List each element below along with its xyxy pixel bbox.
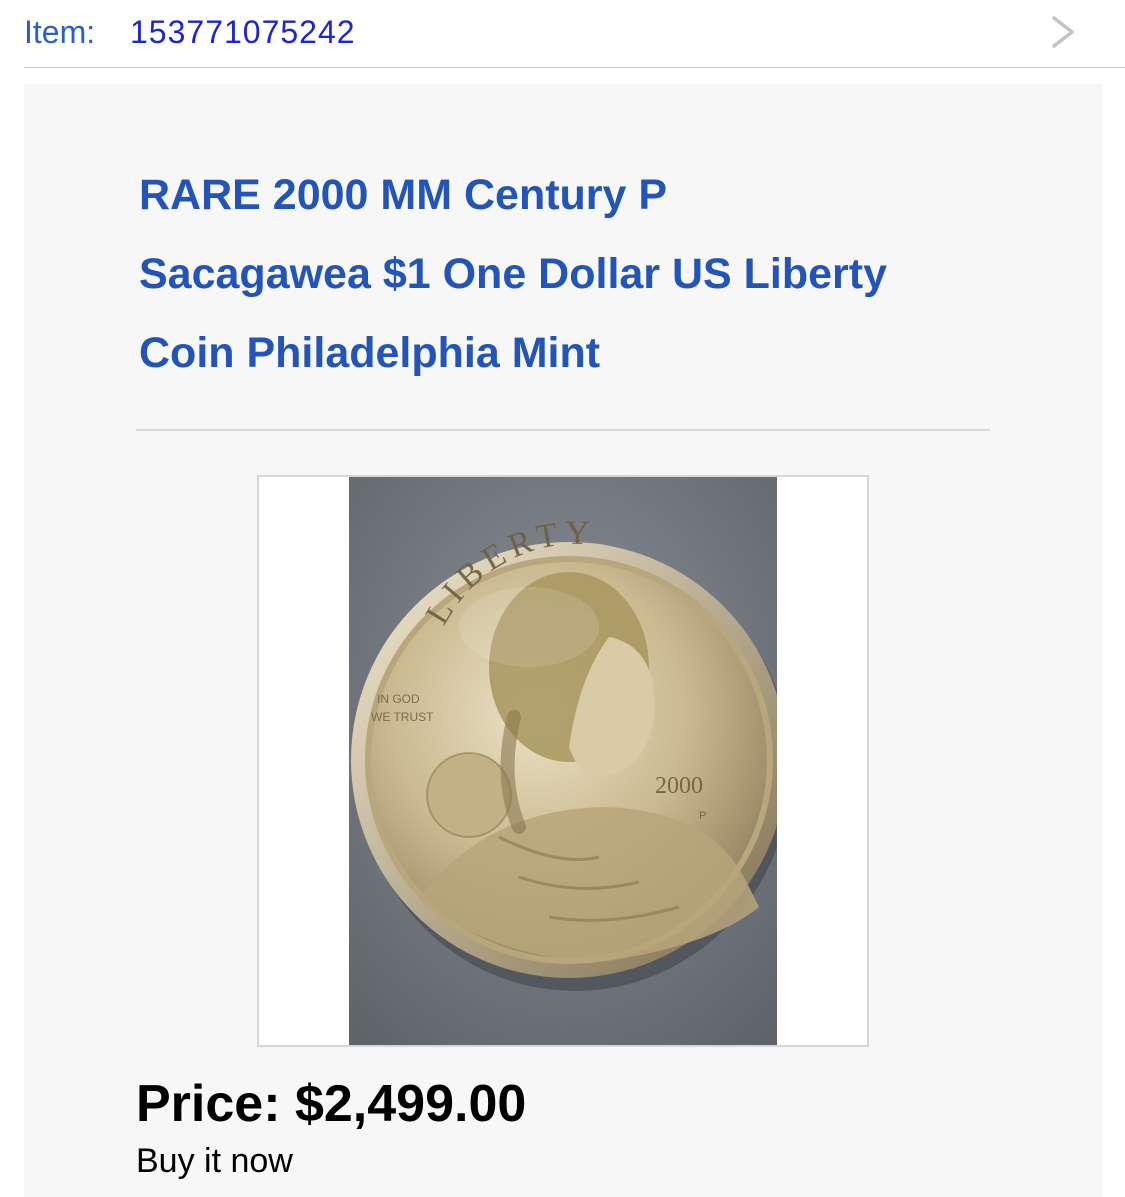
coin-motto-line1: IN GOD xyxy=(377,692,420,706)
listing-title[interactable]: RARE 2000 MM Century P Sacagawea $1 One … xyxy=(139,156,899,393)
coin-mint-mark: P xyxy=(699,810,706,822)
listing-page: Item: 153771075242 RARE 2000 MM Century … xyxy=(0,0,1125,1197)
buy-format-label: Buy it now xyxy=(136,1142,293,1180)
coin-image: LIBERTY IN GOD WE TRUST 2000 P xyxy=(349,477,777,1045)
coin-year: 2000 xyxy=(655,773,703,799)
chevron-right-icon[interactable] xyxy=(1048,12,1078,52)
title-divider xyxy=(136,429,990,431)
item-label: Item: xyxy=(24,14,96,50)
listing-card: RARE 2000 MM Century P Sacagawea $1 One … xyxy=(24,84,1102,1197)
coin-motto-line2: WE TRUST xyxy=(371,710,434,724)
item-number: 153771075242 xyxy=(130,14,356,50)
price-label: Price: $2,499.00 xyxy=(136,1075,527,1133)
item-row[interactable]: Item: 153771075242 xyxy=(24,0,1125,68)
coin-photo: LIBERTY IN GOD WE TRUST 2000 P xyxy=(349,477,777,1045)
listing-image-frame[interactable]: LIBERTY IN GOD WE TRUST 2000 P xyxy=(257,475,869,1047)
